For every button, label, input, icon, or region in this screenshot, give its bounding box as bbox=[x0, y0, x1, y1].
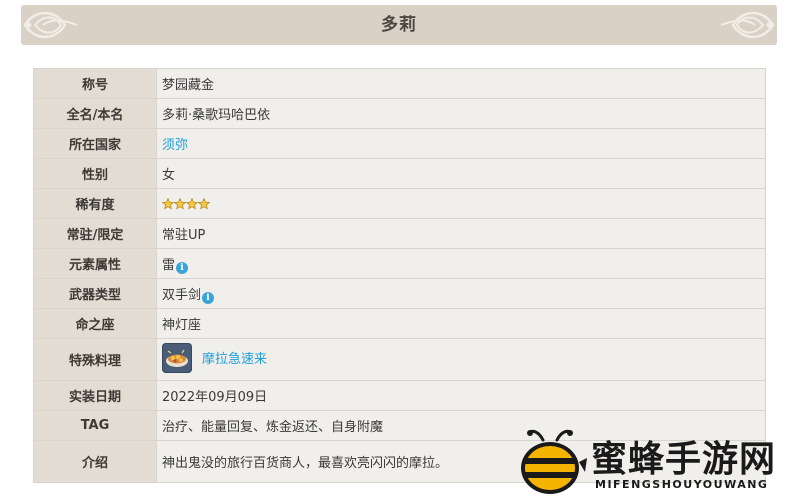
info-icon[interactable]: i bbox=[176, 261, 189, 274]
table-row: 称号 梦园藏金 bbox=[33, 68, 766, 99]
row-value-nation-cell: 须弥 bbox=[156, 128, 766, 159]
bee-logo-icon bbox=[521, 429, 587, 494]
star-icon bbox=[198, 197, 210, 209]
info-icon[interactable]: i bbox=[202, 291, 215, 304]
rarity-stars bbox=[162, 196, 210, 211]
element-value: 雷 bbox=[162, 257, 176, 273]
star-icon bbox=[162, 197, 174, 209]
row-value-title: 梦园藏金 bbox=[156, 68, 766, 99]
row-label-dish: 特殊料理 bbox=[33, 338, 157, 381]
row-label-tag: TAG bbox=[33, 410, 157, 441]
table-row: 特殊料理 摩拉急速来 bbox=[33, 338, 766, 381]
table-row: 全名/本名 多莉·桑歌玛哈巴依 bbox=[33, 98, 766, 129]
row-label-rarity: 稀有度 bbox=[33, 188, 157, 219]
row-label-title: 称号 bbox=[33, 68, 157, 99]
table-row: 性别 女 bbox=[33, 158, 766, 189]
right-ornament-icon bbox=[720, 11, 775, 39]
row-label-intro: 介绍 bbox=[33, 440, 157, 483]
table-row: 稀有度 bbox=[33, 188, 766, 219]
row-value-rarity-cell bbox=[156, 188, 766, 219]
character-info-table: 称号 梦园藏金 全名/本名 多莉·桑歌玛哈巴依 所在国家 须弥 性别 女 稀有度 bbox=[33, 68, 766, 483]
watermark-pinyin: MIFENGSHOUYOUWANG bbox=[595, 478, 769, 491]
table-row: 所在国家 须弥 bbox=[33, 128, 766, 159]
table-row: 武器类型 双手剑 i bbox=[33, 278, 766, 309]
watermark-name: 蜜蜂手游网 bbox=[591, 439, 777, 480]
row-value-gender: 女 bbox=[156, 158, 766, 189]
row-value-element-cell: 雷i bbox=[156, 248, 766, 279]
row-label-element: 元素属性 bbox=[33, 248, 157, 279]
row-label-availability: 常驻/限定 bbox=[33, 218, 157, 249]
dish-image-icon[interactable] bbox=[162, 342, 192, 373]
star-icon bbox=[186, 197, 198, 209]
row-label-gender: 性别 bbox=[33, 158, 157, 189]
row-value-fullname: 多莉·桑歌玛哈巴依 bbox=[156, 98, 766, 129]
title-bar: 多莉 bbox=[21, 5, 777, 45]
table-row: 常驻/限定 常驻UP bbox=[33, 218, 766, 249]
row-value-release-date: 2022年09月09日 bbox=[156, 380, 766, 411]
table-row: 实装日期 2022年09月09日 bbox=[33, 380, 766, 411]
row-value-weapon-cell: 双手剑 i bbox=[156, 278, 766, 309]
nation-link[interactable]: 须弥 bbox=[162, 138, 188, 153]
row-label-constellation: 命之座 bbox=[33, 308, 157, 339]
table-row: 元素属性 雷i bbox=[33, 248, 766, 279]
row-label-release-date: 实装日期 bbox=[33, 380, 157, 411]
row-value-constellation: 神灯座 bbox=[156, 308, 766, 339]
star-icon-group bbox=[162, 197, 210, 209]
star-icon bbox=[174, 197, 186, 209]
row-value-dish-cell: 摩拉急速来 bbox=[156, 338, 766, 381]
row-label-weapon: 武器类型 bbox=[33, 278, 157, 309]
table-row: 命之座 神灯座 bbox=[33, 308, 766, 339]
weapon-value: 双手剑 bbox=[162, 287, 202, 303]
row-label-fullname: 全名/本名 bbox=[33, 98, 157, 129]
watermark: 蜜蜂手游网 MIFENGSHOUYOUWANG bbox=[513, 428, 795, 497]
dish-link[interactable]: 摩拉急速来 bbox=[202, 348, 267, 367]
row-label-nation: 所在国家 bbox=[33, 128, 157, 159]
row-value-availability: 常驻UP bbox=[156, 218, 766, 249]
dish-entry[interactable]: 摩拉急速来 bbox=[162, 342, 267, 373]
page-title: 多莉 bbox=[381, 15, 417, 35]
